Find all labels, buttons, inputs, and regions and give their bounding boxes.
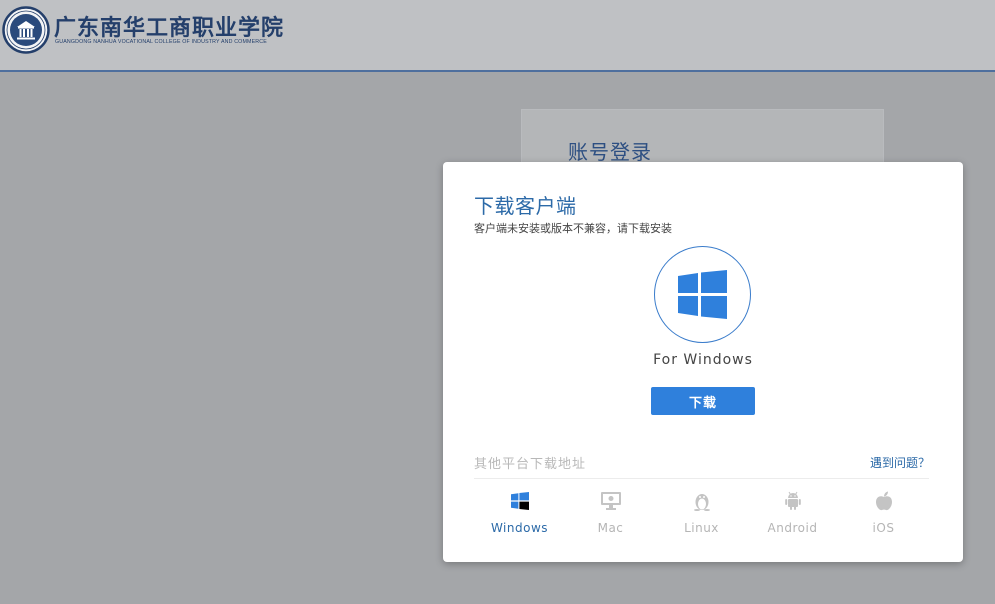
help-link[interactable]: 遇到问题？ xyxy=(870,454,930,471)
tab-label: Linux xyxy=(684,521,719,535)
apple-icon xyxy=(873,490,895,512)
tab-label: iOS xyxy=(872,521,895,535)
other-platforms-label: 其他平台下载地址 xyxy=(474,457,587,472)
tab-mac[interactable]: Mac xyxy=(565,486,656,536)
college-name-en: GUANGDONG NANHUA VOCATIONAL COLLEGE OF I… xyxy=(55,39,267,45)
page-header: 广东南华工商职业学院 GUANGDONG NANHUA VOCATIONAL C… xyxy=(0,0,995,72)
windows-icon xyxy=(678,270,727,319)
tab-label: Mac xyxy=(597,521,624,535)
download-client-modal: 下载客户端 客户端未安装或版本不兼容，请下载安装 For Windows 下载 … xyxy=(443,162,963,562)
divider xyxy=(474,478,929,479)
login-title: 账号登录 xyxy=(568,140,652,164)
tab-windows[interactable]: Windows xyxy=(474,486,565,536)
tab-label: Android xyxy=(767,521,818,535)
windows-icon xyxy=(509,490,531,512)
android-icon xyxy=(782,490,804,512)
modal-subtitle: 客户端未安装或版本不兼容，请下载安装 xyxy=(474,222,672,235)
modal-title: 下载客户端 xyxy=(474,194,577,218)
college-seal-icon xyxy=(2,6,50,54)
college-logo[interactable]: 广东南华工商职业学院 GUANGDONG NANHUA VOCATIONAL C… xyxy=(2,6,302,58)
platform-label: For Windows xyxy=(653,352,753,368)
login-card: 账号登录 xyxy=(521,109,884,169)
tab-android[interactable]: Android xyxy=(747,486,838,536)
platform-tabs: Windows Mac Linux Android iOS xyxy=(474,486,929,536)
tab-ios[interactable]: iOS xyxy=(838,486,929,536)
windows-platform-badge xyxy=(654,246,751,343)
download-button[interactable]: 下载 xyxy=(651,387,755,415)
tab-label: Windows xyxy=(490,521,549,535)
college-name-cn: 广东南华工商职业学院 xyxy=(54,15,285,41)
penguin-icon xyxy=(691,490,713,512)
tab-linux[interactable]: Linux xyxy=(656,486,747,536)
monitor-icon xyxy=(600,490,622,512)
